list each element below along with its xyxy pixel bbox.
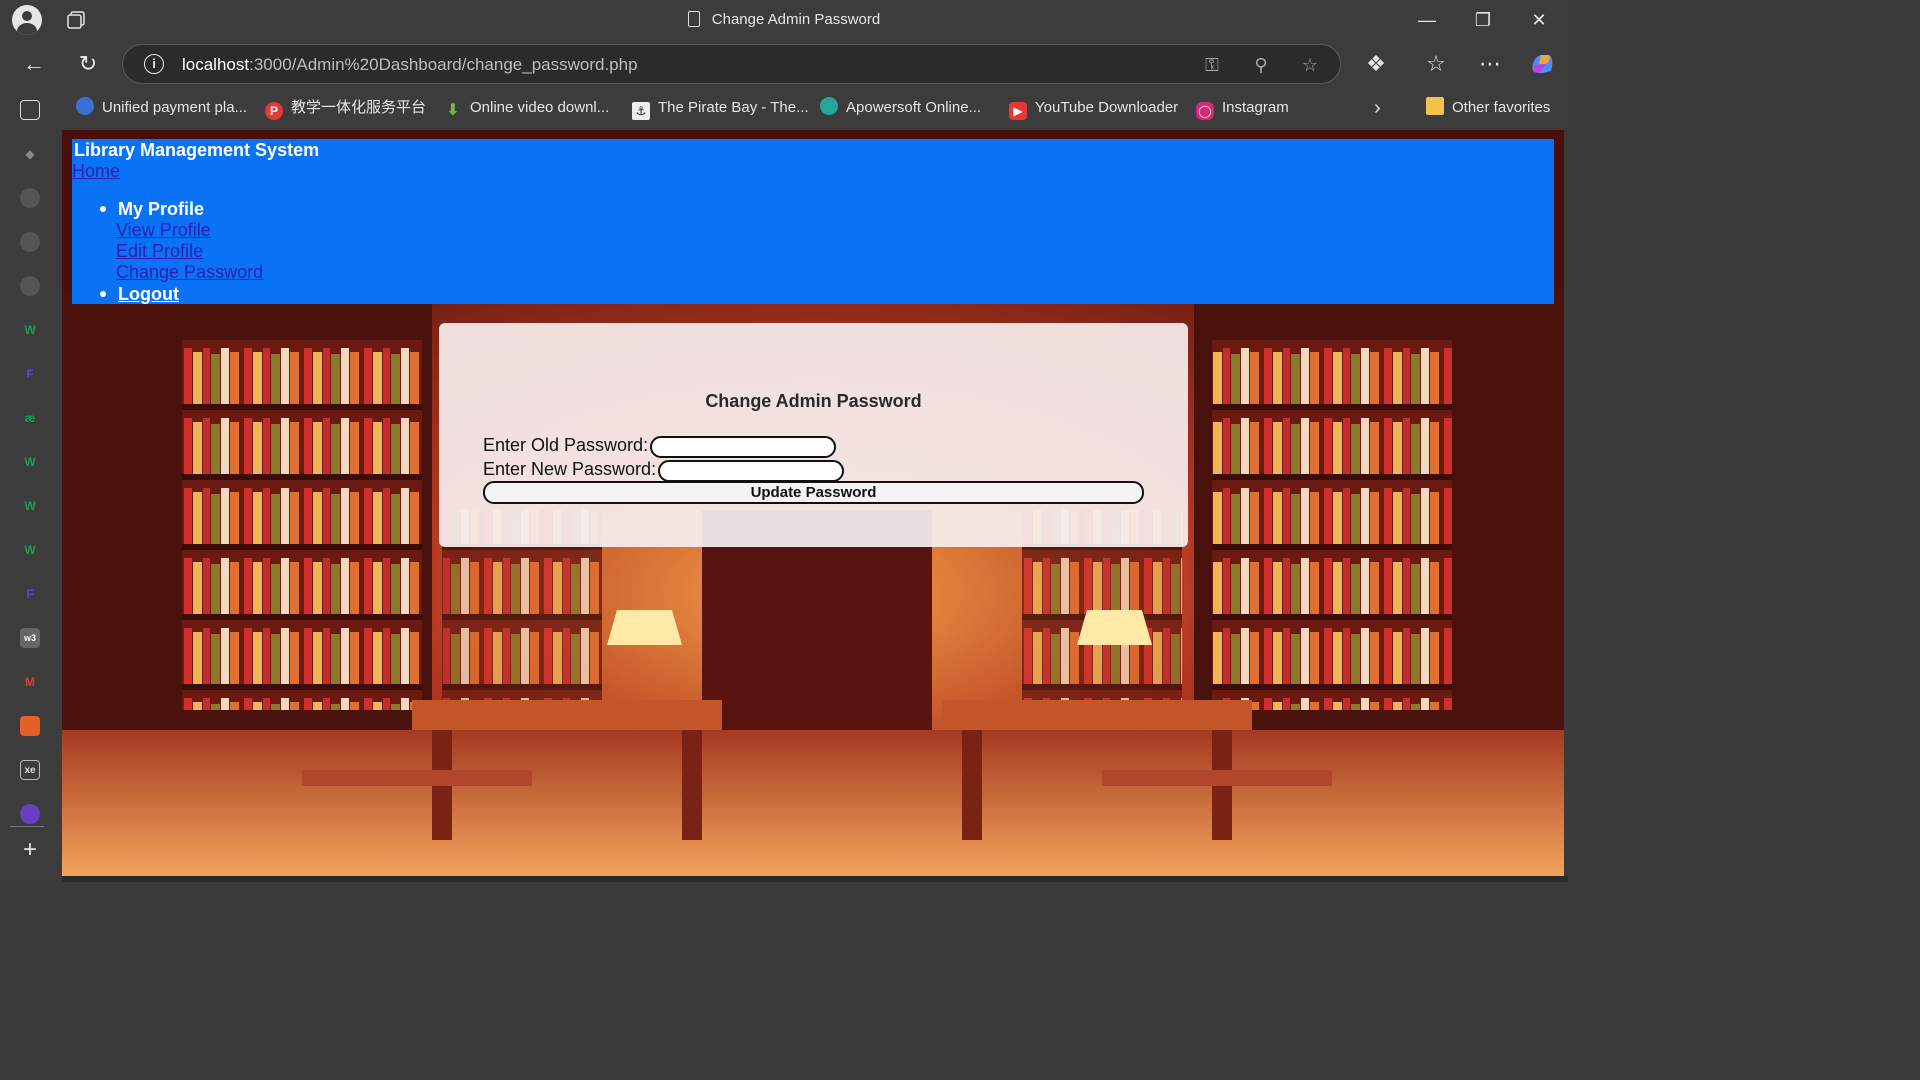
close-window-button[interactable]: ✕ xyxy=(1516,6,1562,34)
bookmark-label: The Pirate Bay - The... xyxy=(658,99,809,116)
bookmark-item[interactable]: ⬇ Online video downl... xyxy=(444,97,609,119)
list-bullet xyxy=(100,206,106,212)
bookmark-item[interactable]: Apowersoft Online... xyxy=(820,97,981,119)
github-icon[interactable] xyxy=(20,188,40,208)
other-favorites[interactable]: Other favorites xyxy=(1426,97,1550,119)
zoom-icon[interactable]: ⚲ xyxy=(1250,54,1272,76)
bookmark-label: 教学一体化服务平台 xyxy=(291,99,427,116)
download-arrow-icon: ⬇ xyxy=(446,102,460,119)
url-path: :3000/Admin%20Dashboard/change_password.… xyxy=(249,55,638,74)
w-app-icon[interactable]: W xyxy=(20,540,40,560)
change-password-card: Change Admin Password Enter Old Password… xyxy=(439,323,1188,547)
refresh-button[interactable]: ↻ xyxy=(72,48,104,80)
url-host: localhost xyxy=(182,55,250,74)
extensions-icon[interactable]: ❖ xyxy=(1360,48,1392,80)
bookmark-item[interactable]: ⚓ The Pirate Bay - The... xyxy=(632,97,809,120)
new-password-input[interactable] xyxy=(658,460,844,482)
instagram-icon: ◯ xyxy=(1196,102,1214,120)
home-link[interactable]: Home xyxy=(72,161,120,182)
update-password-button[interactable]: Update Password xyxy=(483,481,1144,504)
bookmark-item[interactable]: Unified payment pla... xyxy=(76,97,247,119)
document-icon xyxy=(687,11,700,27)
list-bullet xyxy=(100,291,106,297)
w-app-icon[interactable]: W xyxy=(20,452,40,472)
f-app-icon[interactable]: F xyxy=(20,584,40,604)
window-bottom-edge xyxy=(62,876,1568,882)
restore-button[interactable]: ❐ xyxy=(1460,6,1506,34)
bookmark-item[interactable]: ▶ YouTube Downloader xyxy=(1009,97,1179,120)
logout-link[interactable]: Logout xyxy=(118,284,179,305)
sidebar-divider xyxy=(10,826,44,827)
browser-sidebar: ◆ W F æ W W W F w3 M xe + xyxy=(0,88,62,882)
p-logo-icon: P xyxy=(265,102,283,120)
old-password-input[interactable] xyxy=(650,436,836,458)
sidebar-app-icon[interactable]: ◆ xyxy=(20,144,40,164)
xe-icon[interactable]: xe xyxy=(20,760,40,780)
new-password-label: Enter New Password: xyxy=(483,459,657,479)
github-icon[interactable] xyxy=(20,276,40,296)
upi-icon xyxy=(76,97,94,115)
sidebar-panel-icon[interactable] xyxy=(20,100,40,120)
site-info-icon[interactable]: i xyxy=(144,54,164,74)
w3schools-icon[interactable]: w3 xyxy=(20,628,40,648)
w-app-icon[interactable]: W xyxy=(20,496,40,516)
bookmark-label: Apowersoft Online... xyxy=(846,99,982,116)
window-title-text: Change Admin Password xyxy=(711,11,881,28)
other-favorites-label: Other favorites xyxy=(1452,99,1551,116)
site-title: Library Management System xyxy=(74,140,320,160)
title-bar: Change Admin Password — ❐ ✕ xyxy=(0,0,1568,40)
address-bar[interactable]: i localhost:3000/Admin%20Dashboard/chang… xyxy=(122,44,1341,84)
bookmark-label: Online video downl... xyxy=(470,99,610,116)
bookmarks-bar: Unified payment pla... P 教学一体化服务平台 ⬇ Onlin… xyxy=(62,88,1568,128)
site-navbar: Library Management System Home My Profil… xyxy=(72,139,1554,304)
bookmark-label: Unified payment pla... xyxy=(102,99,248,116)
ae-app-icon[interactable]: æ xyxy=(20,408,40,428)
more-bookmarks-chevron-icon[interactable]: › xyxy=(1374,97,1381,119)
youtube-icon: ▶ xyxy=(1009,102,1027,120)
view-profile-link[interactable]: View Profile xyxy=(116,220,211,241)
favorite-star-icon[interactable]: ☆ xyxy=(1299,54,1321,76)
form-title: Change Admin Password xyxy=(705,391,922,411)
favorites-icon[interactable]: ☆ xyxy=(1420,48,1452,80)
folder-icon xyxy=(1426,97,1444,115)
page-viewport: Library Management System Home My Profil… xyxy=(62,130,1564,876)
minimize-button[interactable]: — xyxy=(1404,6,1450,34)
browser-toolbar: ← ↻ i localhost:3000/Admin%20Dashboard/c… xyxy=(0,40,1568,88)
add-icon[interactable]: + xyxy=(20,838,40,862)
change-password-link[interactable]: Change Password xyxy=(116,262,263,283)
apowersoft-icon xyxy=(820,97,838,115)
purple-app-icon[interactable] xyxy=(20,804,40,824)
old-password-label: Enter Old Password: xyxy=(483,435,649,455)
edit-profile-link[interactable]: Edit Profile xyxy=(116,241,203,262)
bookmark-item[interactable]: P 教学一体化服务平台 xyxy=(265,97,427,120)
bookmark-item[interactable]: ◯ Instagram xyxy=(1196,97,1289,120)
window-title: Change Admin Password xyxy=(0,11,1568,28)
back-button[interactable]: ← xyxy=(18,48,50,80)
url-text[interactable]: localhost:3000/Admin%20Dashboard/change_… xyxy=(182,55,638,75)
copilot-icon[interactable] xyxy=(1526,48,1558,80)
my-profile-menu[interactable]: My Profile xyxy=(118,199,204,220)
bookmark-label: Instagram xyxy=(1222,99,1289,116)
pirate-ship-icon: ⚓ xyxy=(632,102,650,120)
bookmark-label: YouTube Downloader xyxy=(1035,99,1179,116)
key-icon[interactable]: ⚿ xyxy=(1201,54,1223,76)
f-app-icon[interactable]: F xyxy=(20,364,40,384)
gmail-icon[interactable]: M xyxy=(20,672,40,692)
cloud-app-icon[interactable] xyxy=(20,716,40,736)
w-app-icon[interactable]: W xyxy=(20,320,40,340)
more-menu-icon[interactable]: ⋯ xyxy=(1474,48,1506,80)
github-icon[interactable] xyxy=(20,232,40,252)
